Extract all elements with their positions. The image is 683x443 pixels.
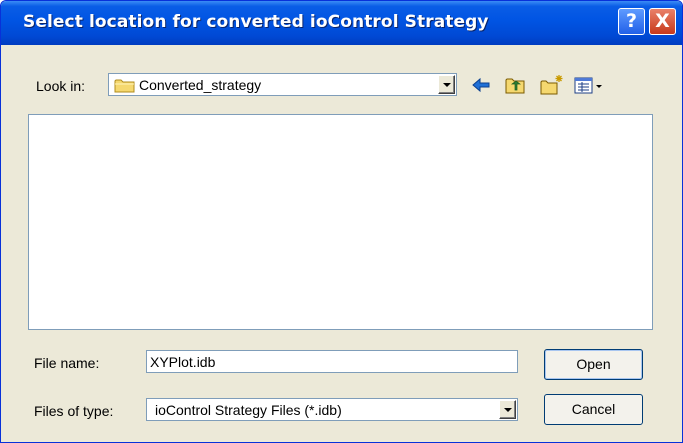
file-name-value: XYPlot.idb [150, 354, 216, 370]
file-list[interactable] [28, 114, 653, 330]
files-of-type-value: ioControl Strategy Files (*.idb) [155, 402, 342, 418]
back-arrow-icon[interactable] [470, 73, 492, 97]
folder-icon [114, 78, 136, 97]
create-new-folder-icon[interactable] [539, 73, 565, 97]
chevron-down-icon [504, 408, 512, 412]
look-in-label: Look in: [36, 78, 86, 94]
open-button[interactable]: Open [544, 349, 643, 380]
up-one-level-icon[interactable] [504, 73, 526, 97]
file-name-input[interactable]: XYPlot.idb [146, 350, 518, 373]
look-in-combo[interactable]: Converted_strategy [108, 73, 457, 96]
cancel-button[interactable]: Cancel [544, 394, 643, 425]
files-of-type-combo[interactable]: ioControl Strategy Files (*.idb) [146, 398, 518, 421]
help-button[interactable]: ? [618, 8, 645, 35]
file-name-label: File name: [34, 355, 100, 371]
window-title: Select location for converted ioControl … [23, 12, 489, 32]
title-bar[interactable]: Select location for converted ioControl … [1, 1, 682, 45]
chevron-down-icon [443, 83, 451, 87]
save-dialog: Select location for converted ioControl … [0, 0, 683, 443]
close-button[interactable]: X [649, 8, 676, 35]
look-in-value: Converted_strategy [139, 77, 262, 93]
files-of-type-dropdown-button[interactable] [499, 400, 516, 419]
view-menu-icon[interactable] [573, 73, 605, 97]
files-of-type-label: Files of type: [34, 403, 114, 419]
look-in-dropdown-button[interactable] [438, 75, 455, 94]
